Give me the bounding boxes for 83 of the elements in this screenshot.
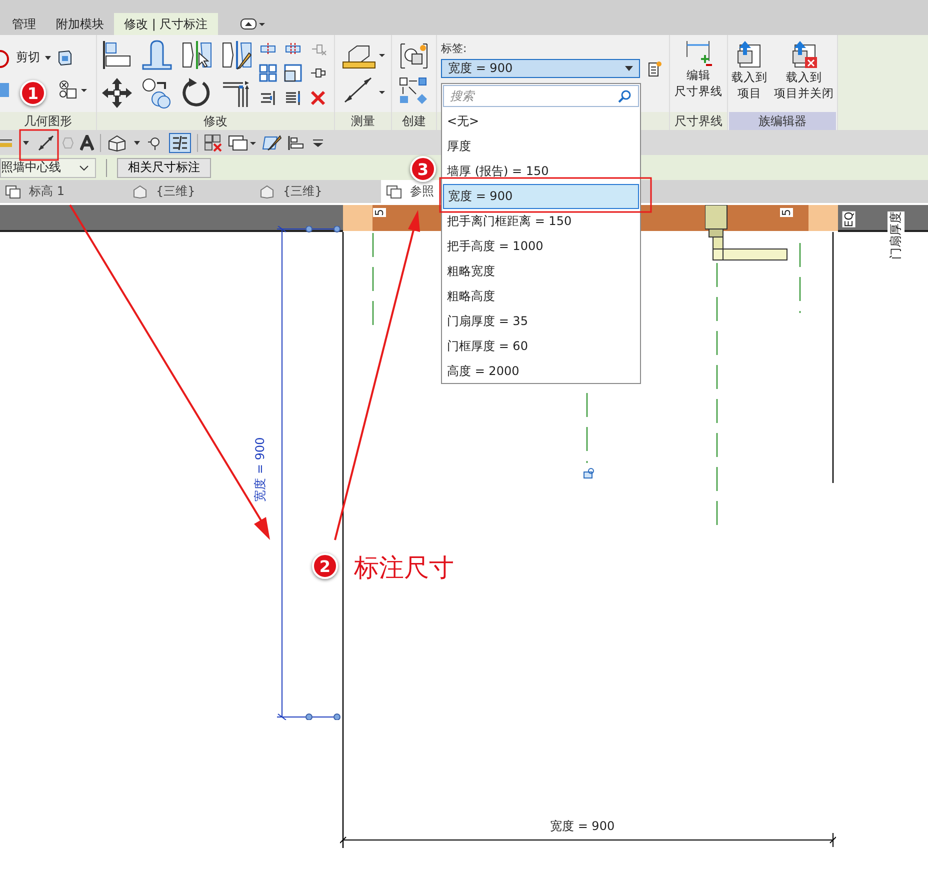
split-face-icon[interactable] (58, 80, 88, 100)
dropdown-option[interactable]: 粗略高度 (443, 284, 639, 309)
text-icon[interactable] (80, 134, 94, 150)
reference-dropdown[interactable]: 照墙中心线 (0, 158, 96, 178)
thin-lines-icon[interactable] (169, 132, 191, 152)
view-tab[interactable]: 标高 1 (0, 180, 127, 203)
move-icon[interactable] (101, 76, 133, 108)
array-icon[interactable] (259, 64, 277, 82)
edit-pencil-icon[interactable] (262, 134, 282, 152)
dropdown-option[interactable]: 门扇厚度 = 35 (443, 309, 639, 334)
align-right-icon[interactable] (259, 90, 277, 106)
panel-title: 创建 (392, 112, 436, 130)
pin-icon[interactable] (309, 66, 327, 80)
reference-line (586, 392, 588, 464)
ribbon-tab[interactable]: 管理 (2, 13, 46, 35)
load-into-project-button[interactable]: 载入到 项目 (731, 39, 768, 101)
split-with-gap-icon[interactable] (284, 42, 302, 56)
mirror-draw-axis-icon[interactable] (221, 38, 253, 70)
house-icon (132, 184, 148, 198)
overflow-menu-icon[interactable] (312, 138, 324, 148)
panel-title: 尺寸界线 (670, 112, 727, 130)
panel-title: 几何图形 (0, 112, 96, 130)
offset-icon[interactable] (141, 38, 173, 70)
align-icon[interactable] (101, 38, 133, 70)
close-hidden-icon[interactable] (204, 134, 222, 152)
split-element-icon[interactable] (259, 42, 277, 56)
view-tab[interactable]: {三维} (127, 180, 254, 203)
aligned-dimension-icon[interactable] (36, 132, 56, 152)
panel-title: 族编辑器 (729, 112, 836, 130)
caret-icon[interactable] (133, 140, 141, 146)
dimension-mark: 5 (373, 208, 386, 217)
dimension-mark: 5 (780, 208, 793, 217)
dropdown-option[interactable]: 厚度 (443, 134, 639, 159)
chevron-icon (79, 164, 89, 170)
eq-label: EQ (842, 212, 856, 228)
dimension-label: 宽度 = 900 (550, 818, 615, 835)
caret-icon (625, 66, 633, 71)
search-field[interactable]: 搜索 (443, 85, 639, 107)
dimension-label[interactable]: 宽度 = 900 (252, 437, 269, 502)
wall-join-icon[interactable] (56, 48, 74, 66)
house-icon (259, 184, 275, 198)
switch-windows-icon[interactable] (228, 134, 256, 152)
floor-plan-icon (386, 184, 402, 198)
cut-button[interactable]: 剪切 (16, 49, 40, 66)
highlight-frame (19, 129, 59, 161)
ribbon-tab[interactable]: 修改 | 尺寸标注 (114, 13, 218, 35)
dropdown-option[interactable]: 宽度 = 900 (443, 184, 639, 209)
create-similar-icon[interactable] (399, 42, 429, 70)
house-icon[interactable] (107, 134, 127, 152)
panel-title: 测量 (335, 112, 391, 130)
caret-icon[interactable] (22, 140, 30, 146)
align-left-icon[interactable] (288, 134, 306, 150)
dropdown-option[interactable]: 粗略宽度 (443, 259, 639, 284)
view-tab[interactable]: {三维} (254, 180, 381, 203)
panel-title: 修改 (97, 112, 334, 130)
copy-icon[interactable] (141, 76, 173, 108)
list-align-icon[interactable] (284, 90, 302, 106)
load-into-project-and-close-button[interactable]: 载入到 项目并关闭 (774, 39, 834, 101)
search-icon (618, 89, 632, 103)
parameter-icon[interactable] (648, 60, 662, 76)
delete-icon[interactable] (309, 90, 327, 106)
door-thickness-label: 门扇厚度 (888, 212, 904, 260)
ribbon-tab[interactable]: 附加模块 (46, 13, 114, 35)
dropdown-option[interactable]: 高度 = 2000 (443, 359, 639, 384)
label-dropdown[interactable]: 宽度 = 900 (441, 59, 640, 78)
related-dimensions-button[interactable]: 相关尺寸标注 (117, 158, 211, 178)
caret-icon[interactable] (44, 54, 52, 60)
dropdown-option[interactable]: 把手高度 = 1000 (443, 234, 639, 259)
witness-line-icon (684, 39, 712, 67)
dropdown-option[interactable]: 把手离门框距离 = 150 (443, 209, 639, 234)
label-caption: 标签: (441, 41, 468, 56)
callout-text: 标注尺寸 (354, 552, 454, 584)
minimize-ribbon-icon[interactable] (240, 18, 266, 30)
create-group-icon[interactable] (399, 76, 429, 105)
edit-witness-lines-button[interactable]: 编辑 尺寸界线 (674, 39, 722, 99)
view-tab[interactable]: 参照 (381, 180, 440, 203)
dropdown-option[interactable]: 墙厚 (报告) = 150 (443, 159, 639, 184)
mirror-pick-axis-icon[interactable] (181, 38, 213, 70)
floor-plan-icon (5, 184, 21, 198)
scale-icon[interactable] (284, 64, 302, 82)
lock-icon[interactable] (583, 467, 595, 479)
dropdown-option[interactable]: 门框厚度 = 60 (443, 334, 639, 359)
dropdown-option[interactable]: <无> (443, 109, 639, 134)
